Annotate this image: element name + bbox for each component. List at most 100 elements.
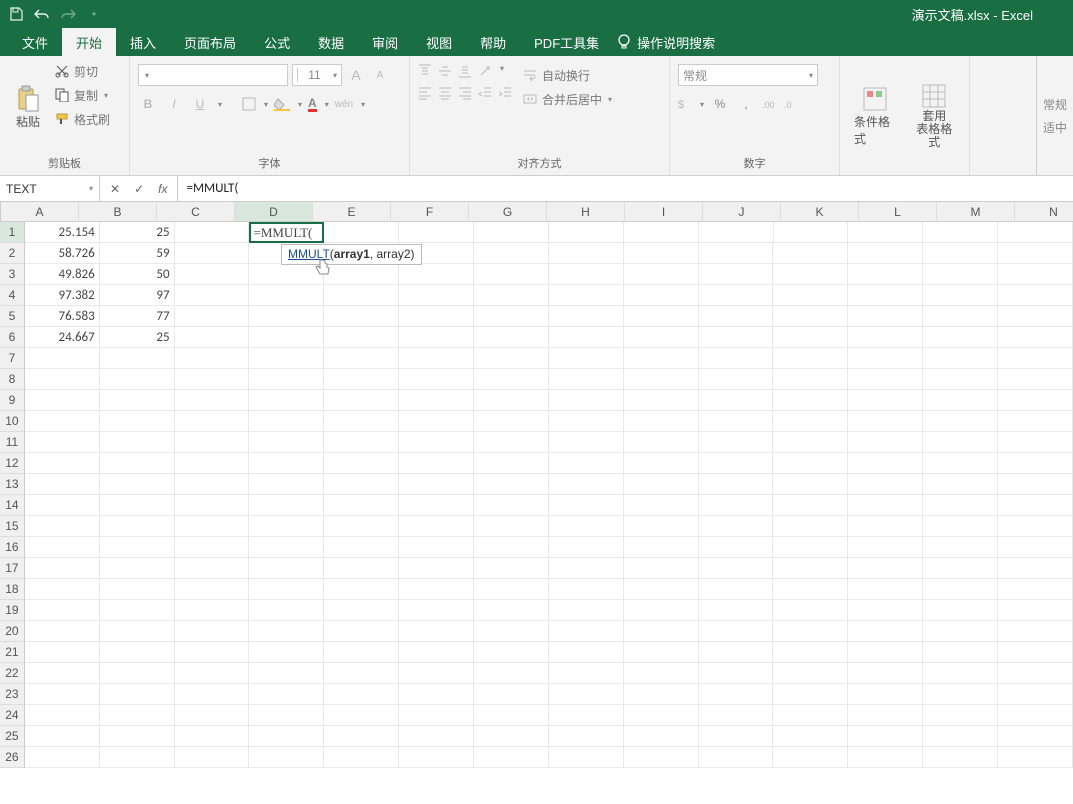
- cell-K18[interactable]: [773, 579, 848, 600]
- cut-button[interactable]: 剪切: [54, 60, 110, 82]
- cell-G18[interactable]: [474, 579, 549, 600]
- cell-G19[interactable]: [474, 600, 549, 621]
- cell-J12[interactable]: [699, 453, 774, 474]
- cell-A8[interactable]: [25, 369, 100, 390]
- cell-B12[interactable]: [100, 453, 175, 474]
- cell-L8[interactable]: [848, 369, 923, 390]
- row-header-26[interactable]: 26: [0, 747, 25, 768]
- cell-J13[interactable]: [699, 474, 774, 495]
- cell-A15[interactable]: [25, 516, 100, 537]
- row-header-15[interactable]: 15: [0, 516, 25, 537]
- accounting-icon[interactable]: $: [678, 97, 692, 111]
- cell-F8[interactable]: [399, 369, 474, 390]
- cell-I4[interactable]: [624, 285, 699, 306]
- cell-A12[interactable]: [25, 453, 100, 474]
- row-header-24[interactable]: 24: [0, 705, 25, 726]
- cell-M8[interactable]: [923, 369, 998, 390]
- cell-C15[interactable]: [175, 516, 250, 537]
- cell-F24[interactable]: [399, 705, 474, 726]
- align-bottom-icon[interactable]: [458, 64, 472, 78]
- cell-D17[interactable]: [249, 558, 324, 579]
- cell-G24[interactable]: [474, 705, 549, 726]
- cell-G22[interactable]: [474, 663, 549, 684]
- column-header-K[interactable]: K: [781, 202, 859, 221]
- cell-L24[interactable]: [848, 705, 923, 726]
- cell-I14[interactable]: [624, 495, 699, 516]
- cell-C4[interactable]: [175, 285, 250, 306]
- cell-K13[interactable]: [773, 474, 848, 495]
- cell-B21[interactable]: [100, 642, 175, 663]
- cell-H21[interactable]: [549, 642, 624, 663]
- align-top-icon[interactable]: [418, 64, 432, 78]
- cell-N2[interactable]: [998, 243, 1073, 264]
- cell-C5[interactable]: [175, 306, 250, 327]
- cell-A9[interactable]: [25, 390, 100, 411]
- cell-C7[interactable]: [175, 348, 250, 369]
- save-icon[interactable]: [8, 6, 24, 22]
- decrease-decimal-icon[interactable]: .0: [784, 98, 800, 110]
- cell-E17[interactable]: [324, 558, 399, 579]
- cell-A3[interactable]: 49.826: [25, 264, 100, 285]
- fill-color-icon[interactable]: [274, 97, 290, 111]
- cell-B25[interactable]: [100, 726, 175, 747]
- cell-A10[interactable]: [25, 411, 100, 432]
- cell-M23[interactable]: [923, 684, 998, 705]
- cell-I6[interactable]: [624, 327, 699, 348]
- cell-D26[interactable]: [249, 747, 324, 768]
- cell-J4[interactable]: [699, 285, 774, 306]
- increase-indent-icon[interactable]: [498, 86, 512, 100]
- row-header-5[interactable]: 5: [0, 306, 25, 327]
- cell-I16[interactable]: [624, 537, 699, 558]
- cell-A25[interactable]: [25, 726, 100, 747]
- cell-G20[interactable]: [474, 621, 549, 642]
- tab-review[interactable]: 审阅: [358, 28, 412, 56]
- cell-N15[interactable]: [998, 516, 1073, 537]
- cell-C23[interactable]: [175, 684, 250, 705]
- cell-F5[interactable]: [399, 306, 474, 327]
- cell-A13[interactable]: [25, 474, 100, 495]
- cell-M7[interactable]: [923, 348, 998, 369]
- cell-K5[interactable]: [773, 306, 848, 327]
- cell-I8[interactable]: [624, 369, 699, 390]
- cell-B1[interactable]: 25: [100, 222, 175, 243]
- cell-M17[interactable]: [923, 558, 998, 579]
- cell-H4[interactable]: [549, 285, 624, 306]
- cell-F19[interactable]: [399, 600, 474, 621]
- cell-A18[interactable]: [25, 579, 100, 600]
- cell-N3[interactable]: [998, 264, 1073, 285]
- cell-N23[interactable]: [998, 684, 1073, 705]
- cell-G3[interactable]: [474, 264, 549, 285]
- cell-N10[interactable]: [998, 411, 1073, 432]
- column-header-J[interactable]: J: [703, 202, 781, 221]
- cell-B10[interactable]: [100, 411, 175, 432]
- cell-E19[interactable]: [324, 600, 399, 621]
- cell-J9[interactable]: [699, 390, 774, 411]
- cell-F13[interactable]: [399, 474, 474, 495]
- cell-B20[interactable]: [100, 621, 175, 642]
- cell-H22[interactable]: [549, 663, 624, 684]
- cell-L2[interactable]: [848, 243, 923, 264]
- cell-L22[interactable]: [848, 663, 923, 684]
- cell-G21[interactable]: [474, 642, 549, 663]
- cell-M24[interactable]: [923, 705, 998, 726]
- cell-G1[interactable]: [474, 222, 549, 243]
- row-header-18[interactable]: 18: [0, 579, 25, 600]
- phonetic-icon[interactable]: wén: [335, 99, 353, 110]
- cell-H1[interactable]: [549, 222, 624, 243]
- cell-F6[interactable]: [399, 327, 474, 348]
- cell-E3[interactable]: [324, 264, 399, 285]
- cell-B17[interactable]: [100, 558, 175, 579]
- cell-G14[interactable]: [474, 495, 549, 516]
- cell-K25[interactable]: [773, 726, 848, 747]
- accept-formula-icon[interactable]: ✓: [134, 182, 144, 196]
- cell-J21[interactable]: [699, 642, 774, 663]
- cell-N26[interactable]: [998, 747, 1073, 768]
- cell-K8[interactable]: [773, 369, 848, 390]
- cell-C16[interactable]: [175, 537, 250, 558]
- cell-M16[interactable]: [923, 537, 998, 558]
- tooltip-arg1[interactable]: array1: [334, 247, 370, 261]
- bold-button[interactable]: B: [138, 97, 158, 111]
- tab-page-layout[interactable]: 页面布局: [170, 28, 250, 56]
- cell-D11[interactable]: [249, 432, 324, 453]
- cell-D4[interactable]: [249, 285, 324, 306]
